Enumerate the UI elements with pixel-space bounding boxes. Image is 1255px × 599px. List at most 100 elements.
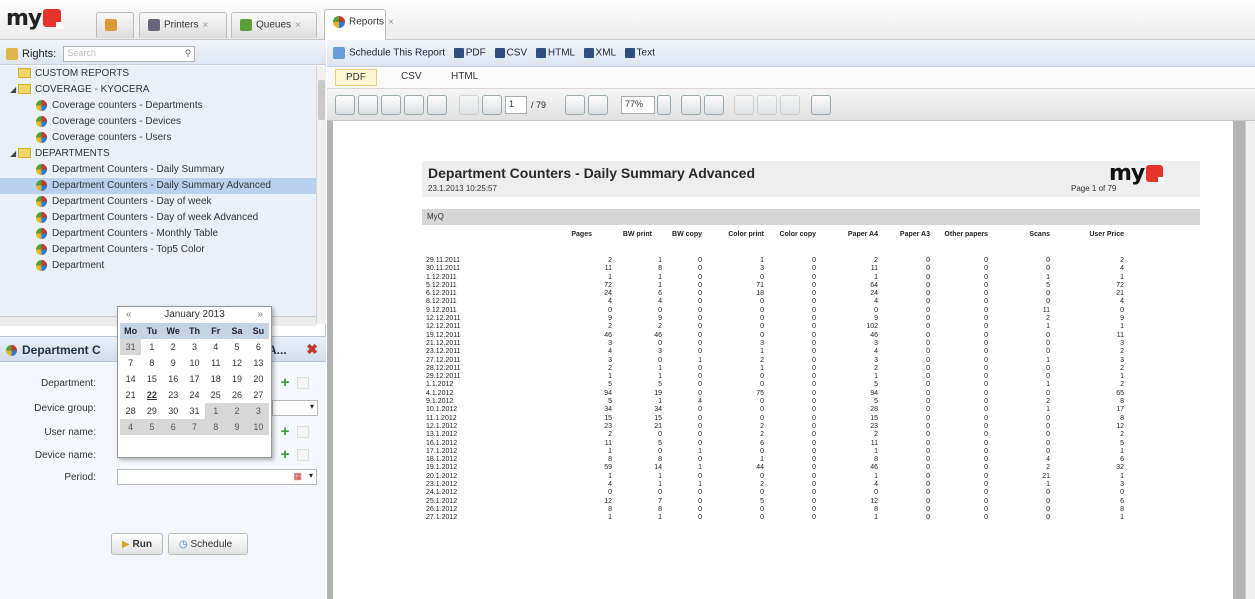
zoom-out-icon[interactable] [565, 95, 585, 115]
tree-report-item[interactable]: Department Counters - Daily Summary [0, 162, 316, 178]
calendar-day[interactable]: 9 [162, 355, 184, 371]
period-field[interactable]: ▦ ▾ [117, 469, 317, 485]
chevron-down-icon[interactable] [657, 95, 671, 115]
calendar-month[interactable]: January 2013 [164, 309, 225, 320]
email-icon[interactable] [427, 95, 447, 115]
calendar-day[interactable]: 4 [120, 419, 142, 435]
calendar-day[interactable]: 18 [205, 371, 227, 387]
calendar-day[interactable]: 21 [120, 387, 142, 403]
calendar-day[interactable]: 8 [205, 419, 227, 435]
calendar-day[interactable]: 26 [226, 387, 248, 403]
add-icon[interactable]: + [278, 447, 292, 462]
calendar-day[interactable]: 31 [183, 403, 206, 419]
tree-report-item[interactable]: Coverage counters - Users [0, 130, 316, 146]
calendar-day[interactable]: 3 [247, 403, 269, 419]
calendar-day[interactable]: 2 [226, 403, 248, 419]
calendar-icon[interactable]: ▦ [293, 471, 302, 482]
calendar-day[interactable]: 10 [247, 419, 269, 435]
zoom-select[interactable]: 77% [621, 96, 655, 114]
calendar-day[interactable]: 31 [120, 339, 142, 355]
calendar-day[interactable]: 30 [162, 403, 184, 419]
tab-home[interactable] [96, 12, 134, 38]
close-icon[interactable]: × [295, 20, 301, 31]
calendar-day[interactable]: 13 [247, 355, 269, 371]
calendar-day[interactable]: 3 [183, 339, 206, 355]
pages-icon[interactable] [358, 95, 378, 115]
calendar-day[interactable]: 27 [247, 387, 269, 403]
tab-queues[interactable]: Queues × [231, 12, 317, 38]
fit-page-icon[interactable] [704, 95, 724, 115]
page-number-input[interactable]: 1 [505, 96, 527, 114]
close-icon[interactable]: × [388, 17, 394, 28]
tree-report-item[interactable]: Department Counters - Day of week Advanc… [0, 210, 316, 226]
calendar-day[interactable]: 12 [226, 355, 248, 371]
calendar-day[interactable]: 4 [205, 339, 227, 355]
tree-report-item[interactable]: Department Counters - Top5 Color [0, 242, 316, 258]
calendar-day[interactable]: 8 [141, 355, 163, 371]
calendar-day[interactable]: 20 [247, 371, 269, 387]
tree-folder[interactable]: ◢ COVERAGE - KYOCERA [0, 82, 316, 98]
search-input[interactable]: Search ⚲ [63, 46, 196, 62]
calendar-day[interactable]: 7 [120, 355, 142, 371]
calendar-day[interactable]: 14 [120, 371, 142, 387]
calendar-day[interactable]: 22 [141, 387, 163, 403]
calendar-day[interactable]: 16 [162, 371, 184, 387]
tree-folder[interactable]: ◢ DEPARTMENTS [0, 146, 316, 162]
viewer-scrollbar[interactable] [1245, 121, 1255, 599]
calendar-day[interactable]: 29 [141, 403, 163, 419]
calendar-day[interactable]: 23 [162, 387, 184, 403]
chevron-down-icon[interactable]: ▾ [309, 471, 313, 480]
zoom-in-icon[interactable] [588, 95, 608, 115]
calendar-day[interactable]: 1 [205, 403, 227, 419]
open-icon[interactable] [335, 95, 355, 115]
tab-reports[interactable]: Reports × [324, 9, 394, 40]
schedule-report-button[interactable]: Schedule This Report [349, 48, 445, 59]
next-month-button[interactable]: » [257, 307, 263, 322]
calendar-day[interactable]: 2 [162, 339, 184, 355]
calendar-day[interactable]: 24 [183, 387, 206, 403]
tab-pdf[interactable]: PDF [335, 69, 377, 86]
run-button[interactable]: ▶ Run [111, 533, 163, 555]
print-icon[interactable] [404, 95, 424, 115]
prev-month-button[interactable]: « [126, 307, 132, 322]
tree-scrollbar[interactable] [316, 66, 326, 324]
export-xml-button[interactable]: XML [596, 48, 616, 59]
close-icon[interactable]: ✖ [306, 341, 318, 358]
calendar-day[interactable]: 17 [183, 371, 206, 387]
date-picker[interactable]: « January 2013 » Mo Tu We Th Fr Sa Su 31 1 2 3 4 5 6 7… [117, 306, 272, 458]
calendar-day[interactable]: 9 [226, 419, 248, 435]
fit-width-icon[interactable] [681, 95, 701, 115]
calendar-day[interactable]: 1 [141, 339, 163, 355]
tab-csv[interactable]: CSV [401, 71, 422, 82]
expand-icon[interactable]: ◢ [10, 82, 18, 98]
fullscreen-icon[interactable] [811, 95, 831, 115]
tab-html[interactable]: HTML [451, 71, 478, 82]
calendar-day[interactable]: 6 [162, 419, 184, 435]
export-csv-button[interactable]: CSV [507, 48, 528, 59]
tree-report-item[interactable]: Department Counters - Monthly Table [0, 226, 316, 242]
calendar-day[interactable]: 7 [183, 419, 206, 435]
schedule-button[interactable]: ◷ Schedule [168, 533, 248, 555]
tree-report-item[interactable]: Department Counters - Daily Summary Adva… [0, 178, 316, 194]
export-html-button[interactable]: HTML [548, 48, 575, 59]
tree-report-item[interactable]: Department [0, 258, 316, 274]
tab-printers[interactable]: Printers × [139, 12, 227, 38]
add-icon[interactable]: + [278, 375, 292, 390]
close-icon[interactable]: × [202, 20, 208, 31]
calendar-day[interactable]: 19 [226, 371, 248, 387]
export-text-button[interactable]: Text [637, 48, 655, 59]
device-group-select[interactable]: ▾ [272, 400, 318, 416]
tree-report-item[interactable]: Coverage counters - Departments [0, 98, 316, 114]
calendar-day[interactable]: 28 [120, 403, 142, 419]
tree-folder[interactable]: CUSTOM REPORTS [0, 66, 316, 82]
calendar-day[interactable]: 5 [141, 419, 163, 435]
calendar-day[interactable]: 5 [226, 339, 248, 355]
next-page-icon[interactable] [482, 95, 502, 115]
calendar-day[interactable]: 11 [205, 355, 227, 371]
export-pdf-button[interactable]: PDF [466, 48, 486, 59]
pdf-viewer[interactable]: Department Counters - Daily Summary Adva… [327, 121, 1245, 599]
tree-report-item[interactable]: Coverage counters - Devices [0, 114, 316, 130]
tree-report-item[interactable]: Department Counters - Day of week [0, 194, 316, 210]
add-icon[interactable]: + [278, 424, 292, 439]
expand-icon[interactable]: ◢ [10, 146, 18, 162]
